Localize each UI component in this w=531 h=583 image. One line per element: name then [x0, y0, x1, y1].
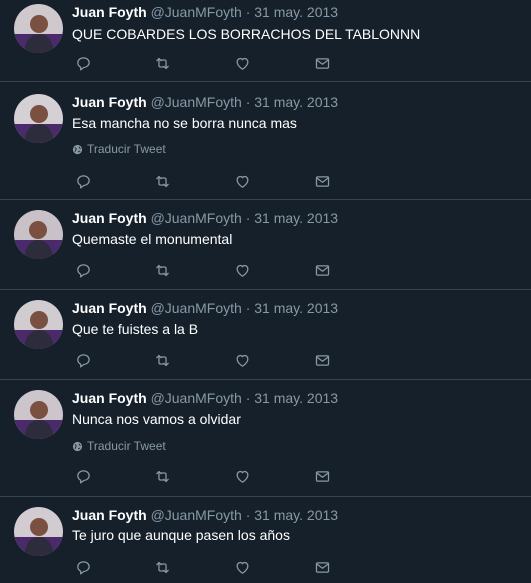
- tweet[interactable]: Juan Foyth @JuanMFoyth · 31 may. 2013 QU…: [0, 0, 531, 82]
- reply-icon[interactable]: [73, 557, 93, 577]
- retweet-icon[interactable]: [152, 557, 172, 577]
- retweet-icon[interactable]: [152, 260, 172, 280]
- reply-icon[interactable]: [73, 53, 93, 73]
- separator-dot: ·: [245, 507, 251, 523]
- user-handle[interactable]: @JuanMFoyth: [151, 210, 242, 226]
- user-handle[interactable]: @JuanMFoyth: [151, 94, 242, 110]
- avatar[interactable]: [14, 4, 63, 53]
- separator-dot: ·: [245, 4, 251, 20]
- share-icon[interactable]: [312, 171, 332, 191]
- display-name[interactable]: Juan Foyth: [72, 4, 147, 20]
- translate-label: Traducir Tweet: [87, 142, 166, 156]
- tweet-actions: [0, 350, 531, 370]
- tweet-date[interactable]: 31 may. 2013: [254, 300, 338, 316]
- like-icon[interactable]: [232, 350, 252, 370]
- display-name[interactable]: Juan Foyth: [72, 300, 147, 316]
- tweet[interactable]: Juan Foyth @JuanMFoyth · 31 may. 2013 Nu…: [0, 380, 531, 497]
- tweet-header: Juan Foyth @JuanMFoyth · 31 may. 2013: [72, 4, 338, 21]
- timeline: Juan Foyth @JuanMFoyth · 31 may. 2013 QU…: [0, 0, 531, 583]
- like-icon[interactable]: [232, 260, 252, 280]
- display-name[interactable]: Juan Foyth: [72, 94, 147, 110]
- avatar[interactable]: [14, 94, 63, 143]
- user-handle[interactable]: @JuanMFoyth: [151, 300, 242, 316]
- like-icon[interactable]: [232, 557, 252, 577]
- tweet-text: Quemaste el monumental: [72, 231, 233, 247]
- avatar[interactable]: [14, 390, 63, 439]
- avatar[interactable]: [14, 210, 63, 259]
- like-icon[interactable]: [232, 171, 252, 191]
- tweet-date[interactable]: 31 may. 2013: [254, 94, 338, 110]
- display-name[interactable]: Juan Foyth: [72, 507, 147, 523]
- tweet-text: Que te fuistes a la B: [72, 321, 199, 337]
- like-icon[interactable]: [232, 466, 252, 486]
- display-name[interactable]: Juan Foyth: [72, 210, 147, 226]
- share-icon[interactable]: [312, 53, 332, 73]
- tweet-date[interactable]: 31 may. 2013: [254, 210, 338, 226]
- translate-tweet-link[interactable]: Traducir Tweet: [72, 439, 166, 453]
- tweet[interactable]: Juan Foyth @JuanMFoyth · 31 may. 2013 Qu…: [0, 290, 531, 380]
- avatar[interactable]: [14, 300, 63, 349]
- tweet-date[interactable]: 31 may. 2013: [254, 390, 338, 406]
- tweet-header: Juan Foyth @JuanMFoyth · 31 may. 2013: [72, 300, 338, 317]
- tweet[interactable]: Juan Foyth @JuanMFoyth · 31 may. 2013 Te…: [0, 497, 531, 583]
- user-handle[interactable]: @JuanMFoyth: [151, 390, 242, 406]
- separator-dot: ·: [245, 300, 251, 316]
- share-icon[interactable]: [312, 260, 332, 280]
- separator-dot: ·: [245, 390, 251, 406]
- share-icon[interactable]: [312, 466, 332, 486]
- tweet-text: Nunca nos vamos a olvidar: [72, 411, 241, 427]
- user-handle[interactable]: @JuanMFoyth: [151, 4, 242, 20]
- globe-icon: [72, 144, 83, 154]
- tweet-date[interactable]: 31 may. 2013: [254, 4, 338, 20]
- reply-icon[interactable]: [73, 466, 93, 486]
- retweet-icon[interactable]: [152, 53, 172, 73]
- share-icon[interactable]: [312, 350, 332, 370]
- retweet-icon[interactable]: [152, 466, 172, 486]
- tweet-date[interactable]: 31 may. 2013: [254, 507, 338, 523]
- tweet-text: Te juro que aunque pasen los años: [72, 527, 290, 543]
- tweet-text: QUE COBARDES LOS BORRACHOS DEL TABLONNN: [72, 26, 421, 42]
- like-icon[interactable]: [232, 53, 252, 73]
- globe-icon: [72, 441, 83, 451]
- tweet-actions: [0, 53, 531, 73]
- tweet[interactable]: Juan Foyth @JuanMFoyth · 31 may. 2013 Qu…: [0, 200, 531, 290]
- retweet-icon[interactable]: [152, 171, 172, 191]
- translate-label: Traducir Tweet: [87, 439, 166, 453]
- display-name[interactable]: Juan Foyth: [72, 390, 147, 406]
- tweet-header: Juan Foyth @JuanMFoyth · 31 may. 2013: [72, 507, 338, 524]
- tweet-actions: [0, 557, 531, 577]
- share-icon[interactable]: [312, 557, 332, 577]
- reply-icon[interactable]: [73, 260, 93, 280]
- tweet-header: Juan Foyth @JuanMFoyth · 31 may. 2013: [72, 210, 338, 227]
- tweet-header: Juan Foyth @JuanMFoyth · 31 may. 2013: [72, 94, 338, 111]
- user-handle[interactable]: @JuanMFoyth: [151, 507, 242, 523]
- separator-dot: ·: [245, 94, 251, 110]
- tweet-actions: [0, 260, 531, 280]
- tweet-text: Esa mancha no se borra nunca mas: [72, 115, 297, 131]
- tweet-actions: [0, 466, 531, 486]
- avatar[interactable]: [14, 507, 63, 556]
- tweet-header: Juan Foyth @JuanMFoyth · 31 may. 2013: [72, 390, 338, 407]
- translate-tweet-link[interactable]: Traducir Tweet: [72, 142, 166, 156]
- separator-dot: ·: [245, 210, 251, 226]
- reply-icon[interactable]: [73, 171, 93, 191]
- tweet-actions: [0, 171, 531, 191]
- tweet[interactable]: Juan Foyth @JuanMFoyth · 31 may. 2013 Es…: [0, 82, 531, 200]
- retweet-icon[interactable]: [152, 350, 172, 370]
- reply-icon[interactable]: [73, 350, 93, 370]
